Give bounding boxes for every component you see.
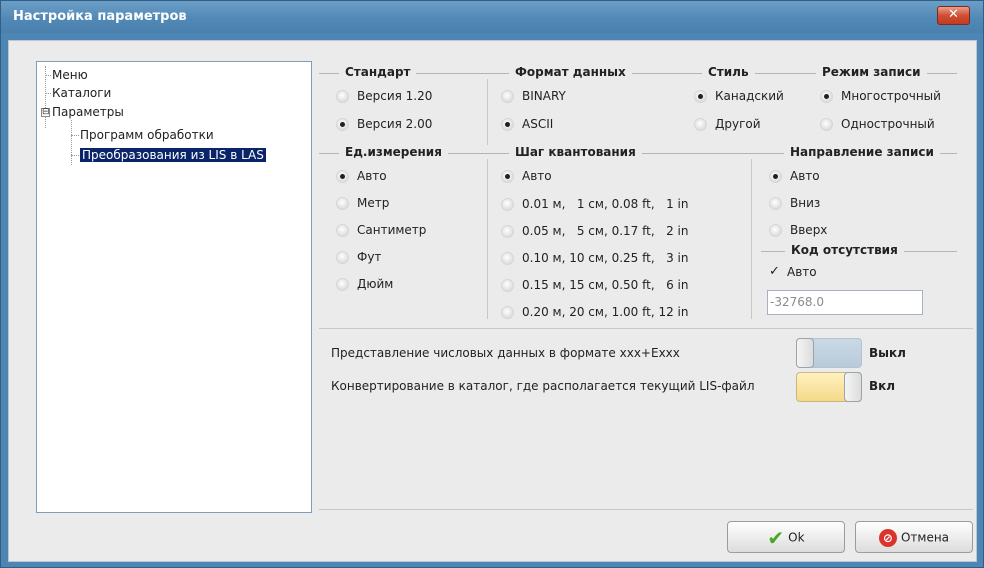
radio-icon — [336, 170, 349, 183]
radio-label: ASCII — [522, 117, 554, 131]
group-divider — [487, 159, 488, 319]
group-title-write-mode: Режим записи — [816, 65, 927, 79]
cancel-button[interactable]: ⊘ Отмена — [855, 521, 973, 553]
settings-dialog: Настройка параметров ✕ Меню Каталоги ⊟ П… — [0, 0, 984, 568]
radio-label: Дюйм — [357, 277, 394, 291]
radio-label: Вниз — [790, 196, 821, 210]
radio-label: 0.15 м, 15 см, 0.50 ft, 6 in — [522, 278, 689, 292]
radio-icon — [820, 118, 833, 131]
group-title-missing-code: Код отсутствия — [785, 243, 904, 257]
convert-dir-label: Конвертирование в каталог, где располага… — [331, 379, 755, 393]
radio-label: 0.05 м, 5 см, 0.17 ft, 2 in — [522, 224, 689, 238]
radio-icon — [769, 197, 782, 210]
radio-icon — [501, 225, 514, 238]
radio-icon — [501, 118, 514, 131]
tree-item-lis-to-las[interactable]: Преобразования из LIS в LAS — [80, 147, 266, 163]
check-icon: ✔ — [767, 525, 785, 550]
radio-label: Другой — [715, 117, 761, 131]
close-icon: ✕ — [948, 7, 959, 22]
close-button[interactable]: ✕ — [937, 6, 970, 25]
radio-icon — [336, 251, 349, 264]
exp-format-label: Представление числовых данных в формате … — [331, 346, 680, 360]
tree-item-processing[interactable]: Программ обработки — [80, 127, 214, 143]
dialog-body: Меню Каталоги ⊟ Параметры Программ обраб… — [8, 40, 977, 562]
radio-label: Однострочный — [841, 117, 935, 131]
radio-label: Многострочный — [841, 89, 941, 103]
radio-icon — [501, 306, 514, 319]
radio-label: Фут — [357, 250, 382, 264]
group-title-units: Ед.измерения — [339, 145, 448, 159]
radio-icon — [501, 170, 514, 183]
settings-tree[interactable]: Меню Каталоги ⊟ Параметры Программ обраб… — [36, 61, 312, 513]
radio-label: Авто — [522, 169, 552, 183]
title-bar[interactable]: Настройка параметров ✕ — [1, 1, 983, 33]
exp-format-toggle[interactable] — [796, 338, 862, 368]
radio-label: BINARY — [522, 89, 566, 103]
group-divider — [487, 79, 488, 145]
radio-label: Версия 2.00 — [357, 117, 433, 131]
section-divider — [319, 328, 973, 329]
radio-label: Авто — [790, 169, 820, 183]
radio-label: Авто — [357, 169, 387, 183]
exp-format-state: Выкл — [869, 346, 906, 360]
radio-icon — [694, 90, 707, 103]
radio-icon — [501, 90, 514, 103]
tree-connector — [71, 120, 72, 165]
dialog-title: Настройка параметров — [13, 9, 187, 24]
convert-dir-state: Вкл — [869, 379, 896, 393]
radio-icon — [769, 224, 782, 237]
radio-icon — [336, 197, 349, 210]
missing-code-field[interactable]: -32768.0 — [767, 290, 923, 315]
radio-label: Версия 1.20 — [357, 89, 433, 103]
tree-connector — [45, 75, 51, 76]
cancel-icon: ⊘ — [878, 528, 897, 547]
checkbox-label: Авто — [787, 265, 817, 279]
group-title-direction: Направление записи — [784, 145, 940, 159]
radio-icon — [820, 90, 833, 103]
tree-item-catalogs[interactable]: Каталоги — [52, 85, 111, 101]
toggle-knob — [796, 338, 814, 368]
tree-item-parameters[interactable]: Параметры — [52, 104, 124, 120]
group-title-style: Стиль — [702, 65, 755, 79]
ok-button[interactable]: ✔ Ok — [727, 521, 845, 553]
radio-icon — [336, 224, 349, 237]
group-title-data-format: Формат данных — [509, 65, 632, 79]
radio-icon — [336, 90, 349, 103]
cancel-label: Отмена — [900, 530, 950, 545]
radio-label: Канадский — [715, 89, 784, 103]
radio-label: Метр — [357, 196, 390, 210]
section-divider — [319, 509, 973, 510]
radio-icon — [769, 170, 782, 183]
radio-label: 0.20 м, 20 см, 1.00 ft, 12 in — [522, 305, 689, 319]
tree-connector — [45, 93, 51, 94]
tree-item-label: Преобразования из LIS в LAS — [80, 148, 266, 162]
ok-label: Ok — [788, 530, 805, 545]
group-title-standard: Стандарт — [339, 65, 417, 79]
tree-connector — [71, 135, 79, 136]
radio-label: Сантиметр — [357, 223, 427, 237]
radio-icon — [694, 118, 707, 131]
group-divider — [751, 159, 752, 319]
convert-dir-toggle[interactable] — [796, 372, 862, 402]
radio-label: Вверх — [790, 223, 828, 237]
radio-icon — [501, 198, 514, 211]
tree-connector — [71, 155, 79, 156]
collapse-icon[interactable]: ⊟ — [41, 108, 50, 117]
radio-label: 0.10 м, 10 см, 0.25 ft, 3 in — [522, 251, 689, 265]
toggle-knob — [844, 372, 862, 402]
checkmark-icon: ✓ — [769, 264, 780, 279]
tree-item-menu[interactable]: Меню — [52, 67, 88, 83]
radio-icon — [501, 279, 514, 292]
radio-icon — [501, 252, 514, 265]
radio-icon — [336, 278, 349, 291]
group-title-quant-step: Шаг квантования — [509, 145, 642, 159]
radio-icon — [336, 118, 349, 131]
radio-label: 0.01 м, 1 см, 0.08 ft, 1 in — [522, 197, 689, 211]
